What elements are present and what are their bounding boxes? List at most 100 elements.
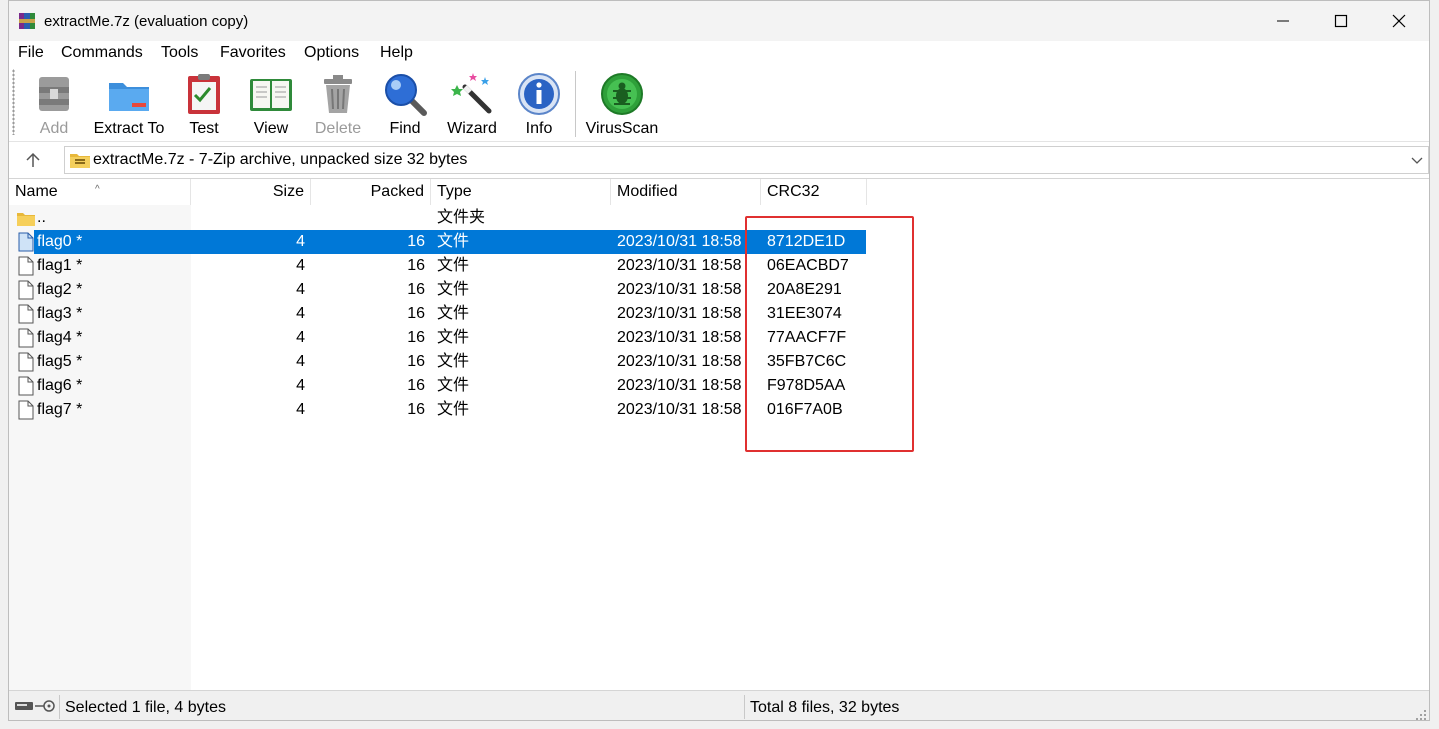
- folder-extract-icon: [109, 83, 149, 111]
- sort-ascending-icon: ^: [95, 184, 100, 195]
- file-name: flag2 *: [37, 281, 83, 298]
- maximize-button[interactable]: [1312, 1, 1370, 41]
- file-list[interactable]: Name ^ Size Packed Type Modified CRC32 .…: [9, 178, 1429, 691]
- folder-icon: [17, 213, 35, 226]
- resize-grip-icon[interactable]: [1415, 709, 1427, 721]
- minimize-button[interactable]: [1254, 1, 1312, 41]
- info-icon: [518, 73, 560, 115]
- list-item-parent[interactable]: .. 文件夹: [9, 206, 867, 230]
- close-button[interactable]: [1370, 1, 1428, 41]
- info-label: Info: [525, 120, 553, 137]
- wizard-label: Wizard: [447, 120, 497, 137]
- menu-help[interactable]: Help: [380, 44, 413, 62]
- crc-highlight-annotation: [745, 216, 914, 452]
- file-modified: 2023/10/31 18:58: [617, 353, 742, 370]
- file-type: 文件: [437, 233, 470, 250]
- parent-type: 文件夹: [437, 209, 486, 226]
- column-header-name[interactable]: Name ^: [9, 179, 191, 205]
- delete-button[interactable]: Delete: [300, 69, 376, 137]
- column-header-crc32[interactable]: CRC32: [761, 179, 867, 205]
- table-row[interactable]: flag2 * 4 16 文件 2023/10/31 18:58 20A8E291: [9, 278, 867, 302]
- arrow-up-icon: [26, 152, 40, 167]
- file-icon: [18, 352, 34, 372]
- table-row[interactable]: flag0 * 4 16 文件 2023/10/31 18:58 8712DE1D: [9, 230, 867, 254]
- find-button[interactable]: Find: [367, 69, 443, 137]
- menu-tools[interactable]: Tools: [161, 44, 198, 62]
- file-size: 4: [296, 281, 305, 298]
- test-clipboard-icon: [188, 74, 220, 114]
- title-bar[interactable]: extractMe.7z (evaluation copy): [9, 1, 1429, 41]
- extract-to-label: Extract To: [93, 120, 165, 137]
- close-icon: [1392, 14, 1406, 28]
- info-button[interactable]: Info: [501, 69, 577, 137]
- virus-scan-icon: [601, 73, 643, 115]
- status-selection: Selected 1 file, 4 bytes: [65, 699, 226, 716]
- toolbar-grip[interactable]: [12, 69, 15, 135]
- column-header-modified[interactable]: Modified: [611, 179, 761, 205]
- table-row[interactable]: flag7 * 4 16 文件 2023/10/31 18:58 016F7A0B: [9, 398, 867, 422]
- file-name: flag7 *: [37, 401, 83, 418]
- column-header-size[interactable]: Size: [191, 179, 311, 205]
- file-type: 文件: [437, 257, 470, 274]
- archive-add-icon: [39, 77, 69, 111]
- file-packed: 16: [407, 257, 425, 274]
- file-modified: 2023/10/31 18:58: [617, 281, 742, 298]
- virusscan-label: VirusScan: [585, 120, 659, 137]
- column-header-name-label: Name: [15, 183, 58, 200]
- status-bar: Selected 1 file, 4 bytes Total 8 files, …: [9, 690, 1429, 721]
- magic-wand-icon: [451, 73, 492, 114]
- file-name: flag5 *: [37, 353, 83, 370]
- archive-folder-icon: [70, 154, 90, 168]
- magnifier-icon: [385, 74, 427, 116]
- toolbar-separator: [575, 71, 576, 137]
- column-header-packed[interactable]: Packed: [311, 179, 431, 205]
- file-type: 文件: [437, 353, 470, 370]
- minimize-icon: [1277, 20, 1289, 22]
- chevron-down-icon[interactable]: [1410, 153, 1424, 167]
- extract-to-button[interactable]: Extract To: [91, 69, 167, 137]
- menu-file[interactable]: File: [18, 44, 44, 62]
- status-divider: [59, 695, 60, 719]
- table-row[interactable]: flag6 * 4 16 文件 2023/10/31 18:58 F978D5AA: [9, 374, 867, 398]
- table-row[interactable]: flag4 * 4 16 文件 2023/10/31 18:58 77AACF7F: [9, 326, 867, 350]
- virusscan-button[interactable]: VirusScan: [584, 69, 660, 137]
- wizard-button[interactable]: Wizard: [434, 69, 510, 137]
- file-modified: 2023/10/31 18:58: [617, 257, 742, 274]
- file-type: 文件: [437, 401, 470, 418]
- column-header-type[interactable]: Type: [431, 179, 611, 205]
- add-button[interactable]: Add: [16, 69, 92, 137]
- test-button[interactable]: Test: [166, 69, 242, 137]
- file-modified: 2023/10/31 18:58: [617, 329, 742, 346]
- view-label: View: [253, 120, 289, 137]
- file-type: 文件: [437, 377, 470, 394]
- file-name: flag4 *: [37, 329, 83, 346]
- menu-favorites[interactable]: Favorites: [220, 44, 286, 62]
- file-type: 文件: [437, 329, 470, 346]
- file-type: 文件: [437, 281, 470, 298]
- table-row[interactable]: flag1 * 4 16 文件 2023/10/31 18:58 06EACBD7: [9, 254, 867, 278]
- winrar-app-icon: [19, 13, 35, 29]
- menu-options[interactable]: Options: [304, 44, 359, 62]
- delete-label: Delete: [314, 120, 362, 137]
- file-packed: 16: [407, 281, 425, 298]
- file-name: flag3 *: [37, 305, 83, 322]
- address-combobox[interactable]: extractMe.7z - 7-Zip archive, unpacked s…: [64, 146, 1429, 174]
- up-folder-button[interactable]: [21, 148, 45, 172]
- book-view-icon: [250, 79, 292, 111]
- list-header: Name ^ Size Packed Type Modified CRC32: [9, 179, 1429, 205]
- file-name: flag0 *: [37, 233, 83, 250]
- find-label: Find: [389, 120, 421, 137]
- test-label: Test: [189, 120, 219, 137]
- menu-commands[interactable]: Commands: [61, 44, 143, 62]
- file-icon: [18, 328, 34, 348]
- table-row[interactable]: flag5 * 4 16 文件 2023/10/31 18:58 35FB7C6C: [9, 350, 867, 374]
- file-packed: 16: [407, 377, 425, 394]
- status-divider: [744, 695, 745, 719]
- address-bar: extractMe.7z - 7-Zip archive, unpacked s…: [9, 141, 1429, 178]
- file-packed: 16: [407, 305, 425, 322]
- parent-name: ..: [37, 209, 46, 226]
- file-modified: 2023/10/31 18:58: [617, 377, 742, 394]
- view-button[interactable]: View: [233, 69, 309, 137]
- file-icon: [18, 400, 34, 420]
- table-row[interactable]: flag3 * 4 16 文件 2023/10/31 18:58 31EE3074: [9, 302, 867, 326]
